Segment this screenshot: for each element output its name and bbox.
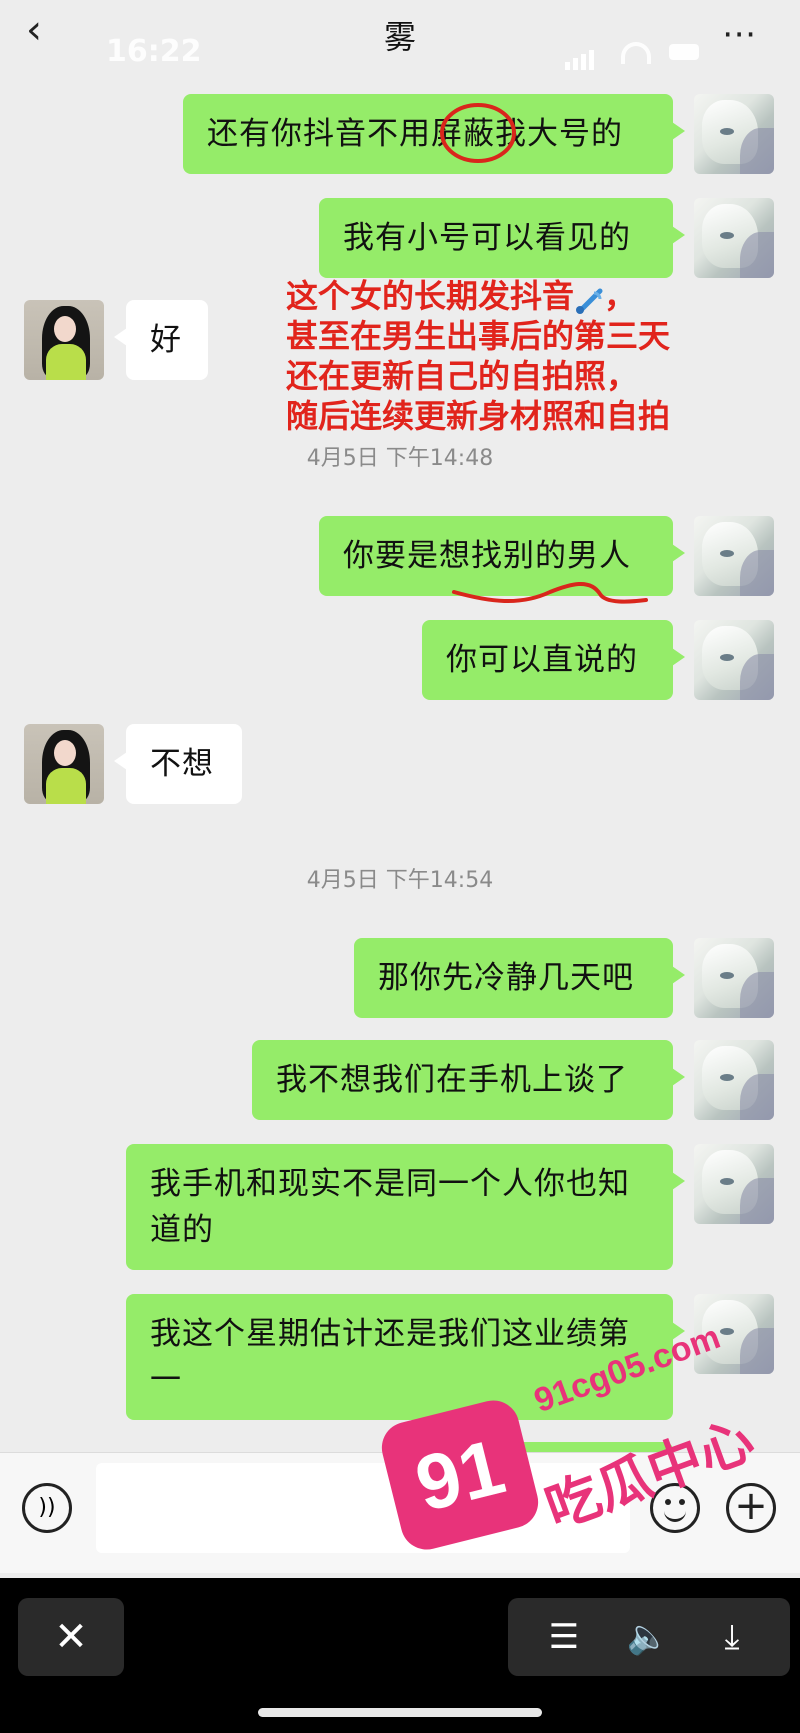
annotation-line: 还在更新自己的自拍照， <box>286 357 639 395</box>
red-underline-mark <box>452 582 648 604</box>
avatar[interactable] <box>24 724 104 804</box>
annotation-line: 随后连续更新身材照和自拍 <box>286 397 671 435</box>
more-icon[interactable]: ⋯ <box>722 14 758 54</box>
annotation-line: 这个女的长期发抖音， <box>286 277 637 315</box>
avatar[interactable] <box>694 1040 774 1120</box>
message-bubble[interactable]: 我手机和现实不是同一个人你也知道的 <box>126 1144 685 1270</box>
avatar[interactable] <box>694 198 774 278</box>
voice-icon[interactable]: )) <box>22 1483 72 1533</box>
battery-icon <box>669 44 699 60</box>
watermark-logo: 91 91cg05.com 吃瓜中心 <box>376 1317 780 1610</box>
red-annotation: 这个女的长期发抖音， 甚至在男生出事后的第三天 还在更新自己的自拍照， 随后连续… <box>286 276 756 436</box>
chat-header: ‹ 16:22 雾 ⋯ <box>0 0 800 80</box>
wifi-icon <box>621 42 651 64</box>
avatar[interactable] <box>694 620 774 700</box>
message-bubble[interactable]: 还有你抖音不用屏蔽我大号的 <box>183 94 685 174</box>
avatar[interactable] <box>694 1144 774 1224</box>
watermark-badge: 91 <box>376 1394 544 1556</box>
message-bubble[interactable]: 我有小号可以看见的 <box>319 198 685 278</box>
watermark-url: 91cg05.com <box>529 1317 726 1421</box>
home-indicator[interactable] <box>258 1708 542 1717</box>
avatar[interactable] <box>24 300 104 380</box>
annotation-line: 甚至在男生出事后的第三天 <box>286 317 671 355</box>
avatar[interactable] <box>694 94 774 174</box>
red-circle-mark <box>440 103 516 163</box>
close-icon[interactable]: ✕ <box>18 1598 124 1676</box>
timestamp: 4月5日 下午14:54 <box>306 868 494 893</box>
timestamp: 4月5日 下午14:48 <box>306 446 494 471</box>
message-bubble[interactable]: 好 <box>114 300 208 380</box>
message-bubble[interactable]: 不想 <box>114 724 242 804</box>
message-bubble[interactable]: 你可以直说的 <box>422 620 685 700</box>
message-bubble[interactable]: 那你先冷静几天吧 <box>354 938 685 1018</box>
status-icons <box>565 40 705 70</box>
watermark-text: 吃瓜中心 <box>537 1407 762 1541</box>
music-note-icon <box>574 284 604 314</box>
avatar[interactable] <box>694 516 774 596</box>
signal-icon <box>565 62 570 70</box>
avatar[interactable] <box>694 938 774 1018</box>
message-bubble[interactable]: 我不想我们在手机上谈了 <box>252 1040 685 1120</box>
